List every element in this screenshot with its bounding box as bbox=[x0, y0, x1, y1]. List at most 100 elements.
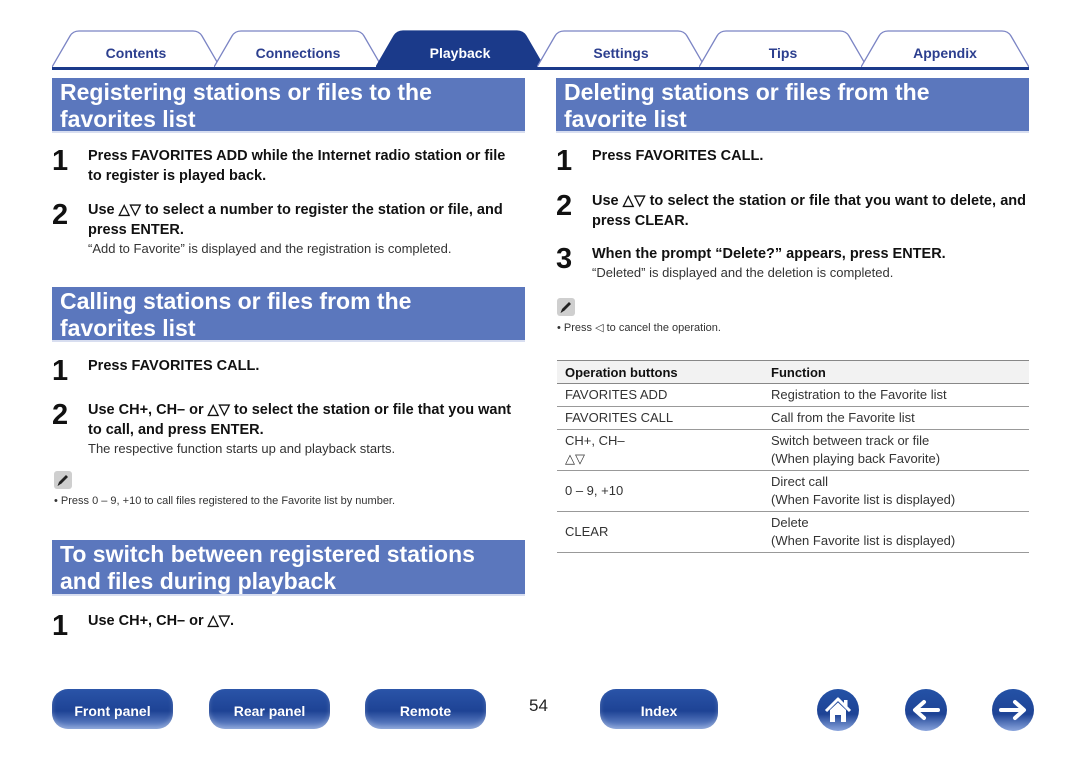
step-text: Use △▽ to select a number to register th… bbox=[88, 202, 503, 238]
section-header-calling: Calling stations or files from the favor… bbox=[52, 287, 525, 342]
table-row: FAVORITES CALL Call from the Favorite li… bbox=[557, 406, 1029, 430]
tab-label: Connections bbox=[255, 44, 341, 61]
button-name: △▽ bbox=[565, 451, 585, 466]
step-text: Use CH+, CH– or △▽. bbox=[88, 613, 234, 629]
register-step-2: 2 Use △▽ to select a number to register … bbox=[52, 200, 522, 260]
function-line: Switch between track or file bbox=[771, 433, 930, 448]
section-title-line: Registering stations or files to the bbox=[60, 79, 432, 105]
operation-buttons-table: Operation buttons Function FAVORITES ADD… bbox=[557, 360, 1029, 553]
switching-step-1: 1 Use CH+, CH– or △▽. bbox=[52, 611, 522, 643]
button-label: Rear panel bbox=[233, 703, 306, 719]
button-cell: 0 – 9, +10 bbox=[557, 470, 763, 512]
tab-connections[interactable]: Connections bbox=[214, 30, 382, 67]
section-title-line: favorite list bbox=[564, 106, 687, 132]
page-number: 54 bbox=[529, 696, 548, 715]
tab-tips[interactable]: Tips bbox=[699, 30, 867, 67]
function-line: Delete bbox=[771, 515, 809, 530]
register-step-1: 1 Press FAVORITES ADD while the Internet… bbox=[52, 146, 522, 188]
tab-settings[interactable]: Settings bbox=[537, 30, 705, 67]
tab-baseline bbox=[52, 67, 1029, 70]
step-number: 2 bbox=[52, 199, 69, 231]
step-description: “Add to Favorite” is displayed and the r… bbox=[88, 241, 452, 256]
tab-label: Contents bbox=[105, 44, 167, 61]
function-cell: Call from the Favorite list bbox=[763, 406, 1029, 430]
calling-note: • Press 0 – 9, +10 to call files registe… bbox=[54, 495, 396, 507]
table-row: CH+, CH– △▽ Switch between track or file… bbox=[557, 429, 1029, 471]
front-panel-button[interactable]: Front panel bbox=[52, 689, 173, 729]
step-text: Use △▽ to select the station or file tha… bbox=[592, 193, 1026, 229]
back-arrow-icon bbox=[913, 700, 940, 720]
calling-step-1: 1 Press FAVORITES CALL. bbox=[52, 356, 522, 388]
button-cell: FAVORITES ADD bbox=[557, 383, 763, 407]
tab-label: Playback bbox=[429, 44, 491, 61]
function-line: (When playing back Favorite) bbox=[771, 451, 941, 466]
deleting-step-1: 1 Press FAVORITES CALL. bbox=[556, 146, 1026, 178]
function-cell: Direct call (When Favorite list is displ… bbox=[763, 470, 1029, 512]
step-number: 2 bbox=[52, 399, 69, 431]
step-number: 1 bbox=[52, 355, 69, 387]
pencil-note-icon bbox=[557, 298, 575, 316]
step-description: The respective function starts up and pl… bbox=[88, 441, 396, 456]
section-title-line: favorites list bbox=[60, 315, 196, 341]
step-text: Use CH+, CH– or △▽ to select the station… bbox=[88, 402, 512, 438]
function-line: Direct call bbox=[771, 474, 829, 489]
function-cell: Switch between track or file (When playi… bbox=[763, 429, 1029, 471]
tab-label: Tips bbox=[768, 44, 798, 61]
deleting-step-3: 3 When the prompt “Delete?” appears, pre… bbox=[556, 244, 1026, 286]
tab-label: Appendix bbox=[913, 44, 977, 61]
tab-appendix[interactable]: Appendix bbox=[861, 30, 1029, 67]
step-text-wrap: Use △▽ to select a number to register th… bbox=[88, 200, 522, 258]
forward-arrow-icon bbox=[999, 700, 1026, 720]
section-header-registering: Registering stations or files to the fav… bbox=[52, 78, 525, 133]
deleting-step-2: 2 Use △▽ to select the station or file t… bbox=[556, 191, 1026, 233]
step-number: 1 bbox=[556, 145, 573, 177]
tab-contents[interactable]: Contents bbox=[52, 30, 220, 67]
function-line: (When Favorite list is displayed) bbox=[771, 533, 956, 548]
step-text: Press FAVORITES CALL. bbox=[88, 358, 260, 374]
section-title-line: Deleting stations or files from the bbox=[564, 79, 930, 105]
button-label: Remote bbox=[399, 703, 452, 719]
button-label: Front panel bbox=[74, 703, 151, 719]
home-button[interactable] bbox=[817, 689, 859, 731]
button-cell: FAVORITES CALL bbox=[557, 406, 763, 430]
section-title-line: Calling stations or files from the bbox=[60, 288, 412, 314]
step-number: 3 bbox=[556, 243, 573, 275]
top-tab-bar: Contents Connections Playback Settings T… bbox=[52, 30, 1029, 70]
step-text-wrap: When the prompt “Delete?” appears, press… bbox=[592, 244, 1026, 282]
step-text: Press FAVORITES ADD while the Internet r… bbox=[88, 148, 506, 184]
column-header: Function bbox=[763, 360, 1029, 384]
rear-panel-button[interactable]: Rear panel bbox=[209, 689, 330, 729]
section-title-line: favorites list bbox=[60, 106, 196, 132]
table-row: FAVORITES ADD Registration to the Favori… bbox=[557, 383, 1029, 407]
deleting-note: • Press ◁ to cancel the operation. bbox=[557, 322, 721, 334]
step-text: When the prompt “Delete?” appears, press… bbox=[592, 246, 946, 262]
section-title-line: To switch between registered stations bbox=[60, 541, 475, 567]
section-header-deleting: Deleting stations or files from the favo… bbox=[556, 78, 1029, 133]
forward-button[interactable] bbox=[992, 689, 1034, 731]
section-header-switching: To switch between registered stations an… bbox=[52, 540, 525, 596]
function-line: (When Favorite list is displayed) bbox=[771, 492, 956, 507]
table-row: CLEAR Delete (When Favorite list is disp… bbox=[557, 511, 1029, 553]
step-text-wrap: Use CH+, CH– or △▽ to select the station… bbox=[88, 400, 522, 458]
step-text: Press FAVORITES CALL. bbox=[592, 148, 764, 164]
table-header-row: Operation buttons Function bbox=[557, 360, 1029, 384]
function-cell: Registration to the Favorite list bbox=[763, 383, 1029, 407]
button-name: CH+, CH– bbox=[565, 433, 625, 448]
remote-button[interactable]: Remote bbox=[365, 689, 486, 729]
tab-label: Settings bbox=[593, 44, 649, 61]
calling-step-2: 2 Use CH+, CH– or △▽ to select the stati… bbox=[52, 400, 522, 460]
step-number: 2 bbox=[556, 190, 573, 222]
column-header: Operation buttons bbox=[557, 360, 763, 384]
index-button[interactable]: Index bbox=[600, 689, 718, 729]
pencil-note-icon bbox=[54, 471, 72, 489]
button-cell: CH+, CH– △▽ bbox=[557, 429, 763, 471]
button-label: Index bbox=[640, 703, 678, 719]
button-cell: CLEAR bbox=[557, 511, 763, 553]
tab-playback[interactable]: Playback bbox=[376, 30, 544, 67]
step-number: 1 bbox=[52, 610, 69, 642]
step-number: 1 bbox=[52, 145, 69, 177]
back-button[interactable] bbox=[905, 689, 947, 731]
function-cell: Delete (When Favorite list is displayed) bbox=[763, 511, 1029, 553]
section-title-line: and files during playback bbox=[60, 568, 337, 594]
table-row: 0 – 9, +10 Direct call (When Favorite li… bbox=[557, 470, 1029, 512]
